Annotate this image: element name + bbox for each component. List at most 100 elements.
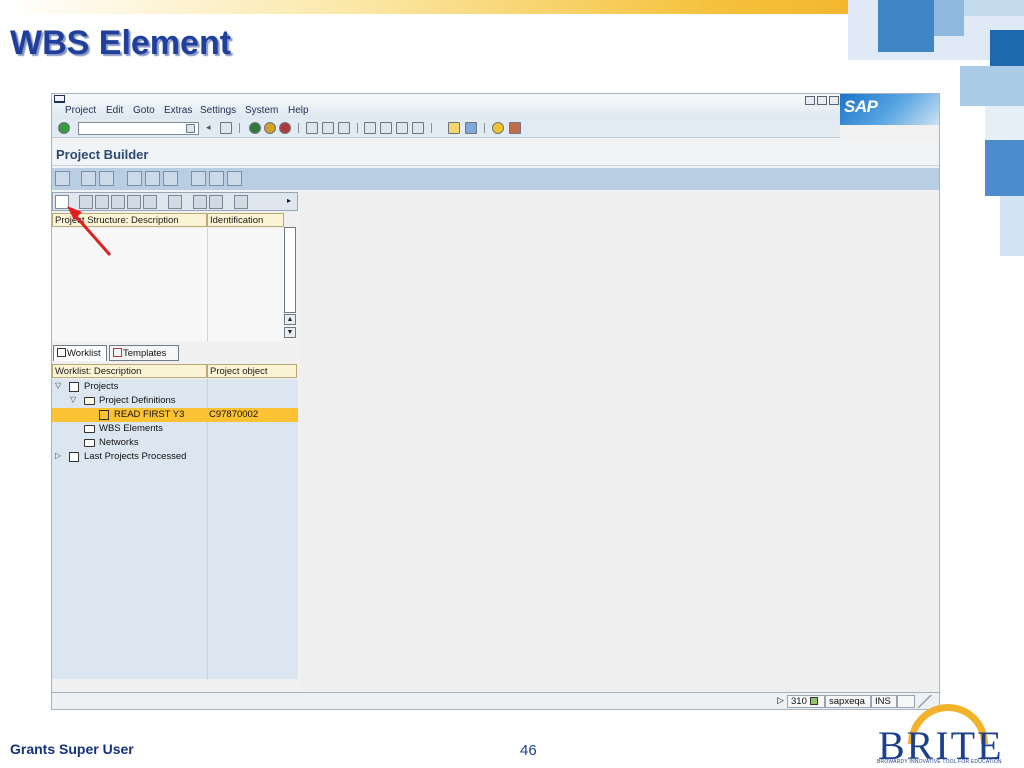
tree-node-projects[interactable]: ▽ Projects [52,380,298,394]
projects-icon [69,382,79,392]
tree-node-project-definitions[interactable]: ▽ Project Definitions [52,394,298,408]
find-icon[interactable] [193,195,207,209]
find-icon[interactable] [322,122,334,134]
toolbar-separator [239,123,240,133]
collapse-icon[interactable]: ▽ [70,395,76,404]
system-toolbar: ◂ [52,119,840,138]
overview-icon[interactable] [191,171,206,186]
cut-icon[interactable] [95,195,109,209]
menu-help[interactable]: Help [288,105,309,116]
close-icon[interactable] [829,96,839,105]
worklist-col-project-object[interactable]: Project object [207,364,297,378]
worklist-tabs: Worklist Templates [52,345,298,361]
maximize-icon[interactable] [817,96,827,105]
worklist-icon [57,348,66,357]
structure-toolbar: ▸ [52,192,298,211]
find-next-icon[interactable] [209,195,223,209]
command-field[interactable] [78,122,199,135]
structure-scrollbar[interactable]: ▲ ▼ [284,227,296,340]
delete-icon[interactable] [168,195,182,209]
new-document-icon[interactable] [79,195,93,209]
expand-icon[interactable]: ▷ [55,451,61,460]
menu-extras[interactable]: Extras [164,105,192,116]
toolbar-separator [357,123,358,133]
find-next-icon[interactable] [338,122,350,134]
status-bar: ▷ 310 sapxeqa INS [52,692,939,709]
tab-worklist[interactable]: Worklist [53,345,107,361]
status-server: sapxeqa [825,695,871,708]
create-shortcut-icon[interactable] [465,122,477,134]
hierarchy-icon[interactable] [127,171,142,186]
filter-icon[interactable] [234,195,248,209]
worklist-col-description[interactable]: Worklist: Description [52,364,207,378]
slide-title: WBS Element [10,24,232,62]
tree-node-read-first-y3[interactable]: READ FIRST Y3 C97870002 [52,408,298,422]
next-page-icon[interactable] [396,122,408,134]
toolbar-separator [431,123,432,133]
back-icon[interactable] [249,122,261,134]
lock-icon [897,695,915,708]
tree-node-last-projects[interactable]: ▷ Last Projects Processed [52,450,298,464]
copy-icon[interactable] [99,171,114,186]
tree-node-networks[interactable]: Networks [52,436,298,450]
status-client: 310 [787,695,825,708]
screen-title-bar: Project Builder [52,142,939,166]
enter-check-icon[interactable] [58,122,70,134]
scroll-thumb[interactable] [284,227,296,313]
column-divider [207,228,208,341]
footer-page-number: 46 [520,742,537,759]
help-icon[interactable] [492,122,504,134]
application-toolbar [52,168,939,190]
tab-templates[interactable]: Templates [109,345,179,361]
window-menu-icon[interactable] [54,95,65,103]
settings-icon[interactable] [227,171,242,186]
last-page-icon[interactable] [412,122,424,134]
sap-window: Project Edit Goto Extras Settings System… [51,93,940,710]
detail-icon[interactable] [209,171,224,186]
menu-edit[interactable]: Edit [106,105,123,116]
screen-title: Project Builder [56,147,149,162]
menu-settings[interactable]: Settings [200,105,236,116]
network-graphic-icon[interactable] [145,171,160,186]
project-definition-icon [99,410,109,420]
work-area [300,192,938,692]
open-folder-icon[interactable] [55,195,69,209]
folder-icon [84,439,95,447]
folder-icon [84,425,95,433]
previous-page-icon[interactable] [380,122,392,134]
copy-icon[interactable] [111,195,125,209]
cancel-icon[interactable] [279,122,291,134]
command-history-icon[interactable] [186,124,195,133]
scroll-up-icon[interactable]: ▲ [284,314,296,325]
paste-icon[interactable] [127,195,141,209]
back-arrow-icon[interactable]: ◂ [206,122,214,134]
status-mode: INS [871,695,897,708]
project-planning-icon[interactable] [163,171,178,186]
first-page-icon[interactable] [364,122,376,134]
navigation-pane: ▸ Project Structure: Description Identif… [52,192,298,692]
tree-node-wbs-elements[interactable]: WBS Elements [52,422,298,436]
menu-project[interactable]: Project [65,105,96,116]
undo-icon[interactable] [143,195,157,209]
menu-goto[interactable]: Goto [133,105,155,116]
layout-menu-icon[interactable] [509,122,521,134]
more-arrow-icon[interactable]: ▸ [287,196,291,205]
print-icon[interactable] [306,122,318,134]
toolbar-separator [484,123,485,133]
toolbar-separator [298,123,299,133]
exit-icon[interactable] [264,122,276,134]
structure-tree[interactable] [52,228,284,341]
create-session-icon[interactable] [448,122,460,134]
minimize-icon[interactable] [805,96,815,105]
menu-system[interactable]: System [245,105,278,116]
display-change-icon[interactable] [55,171,70,186]
save-icon[interactable] [220,122,232,134]
structure-col-description[interactable]: Project Structure: Description [52,213,207,227]
status-expand-icon[interactable]: ▷ [774,695,787,708]
collapse-icon[interactable]: ▽ [55,381,61,390]
other-object-icon[interactable] [81,171,96,186]
scroll-down-icon[interactable]: ▼ [284,327,296,338]
brite-logo: BRITE BROWARDY INNOVATIVE TOOL FOR EDUCA… [868,704,1018,768]
document-icon [69,452,79,462]
structure-col-identification[interactable]: Identification [207,213,284,227]
